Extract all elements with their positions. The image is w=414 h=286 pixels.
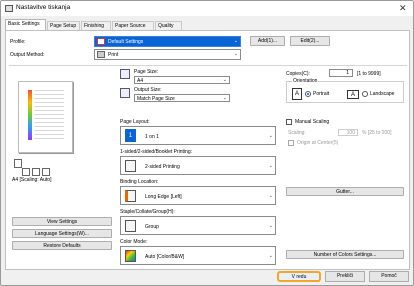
duplex-select[interactable]: 2-sided Printing ⌄ — [120, 156, 276, 175]
two-sided-icon — [125, 160, 136, 172]
help-button[interactable]: Pomoč — [369, 271, 409, 282]
copies-label: Copies(C): — [286, 71, 310, 77]
page-size-icon — [120, 69, 130, 79]
staple-collate-label: Staple/Collate/Group(H): — [120, 209, 175, 215]
binding-location-select[interactable]: Long Edge [Left] ⌄ — [120, 186, 276, 205]
copies-range: [1 to 9999] — [357, 71, 381, 77]
chevron-down-icon: ⌄ — [268, 163, 273, 169]
scaling-label: Scaling: — [288, 130, 306, 136]
output-size-icon — [120, 88, 130, 98]
chevron-down-icon: ⌄ — [222, 77, 227, 83]
window-title: Nastavitve tiskanja — [16, 4, 71, 11]
page-preview — [18, 81, 73, 153]
profile-icon — [97, 38, 105, 45]
close-icon[interactable]: ✕ — [399, 3, 407, 14]
title-bar: Nastavitve tiskanja ✕ — [1, 1, 413, 16]
preview-text-lines — [34, 90, 64, 140]
profile-select[interactable]: Default Settings ⌄ — [94, 36, 241, 47]
view-settings-button[interactable]: View Settings — [12, 217, 112, 226]
document-icon — [14, 159, 22, 168]
output-size-label: Output Size: — [134, 87, 162, 93]
page-size-label: Page Size: — [134, 69, 159, 75]
page-size-select[interactable]: A4 ⌄ — [134, 76, 230, 84]
chevron-down-icon: ⌄ — [268, 193, 273, 199]
chevron-down-icon: ⌄ — [268, 133, 273, 139]
orientation-label: Orientation — [292, 78, 319, 84]
add-profile-button[interactable]: Add(1)... — [250, 36, 285, 46]
page-layout-label: Page Layout: — [120, 119, 150, 125]
scaling-input[interactable]: 100 — [338, 129, 358, 136]
profile-label: Profile: — [10, 39, 26, 45]
ok-button[interactable]: V redu — [277, 271, 321, 282]
landscape-icon: A — [347, 90, 359, 99]
output-size-select[interactable]: Match Page Size ⌄ — [134, 94, 230, 102]
origin-center-label: Origin at Center(5) — [297, 140, 339, 146]
chevron-down-icon: ⌄ — [268, 223, 273, 229]
duplex-icon[interactable] — [32, 168, 40, 176]
color-mode-label: Color Mode: — [120, 239, 148, 245]
language-settings-button[interactable]: Language Settings(W)... — [12, 229, 112, 238]
gutter-button[interactable]: Gutter... — [286, 187, 404, 196]
portrait-radio[interactable] — [305, 91, 311, 97]
printer-icon — [5, 5, 13, 12]
basic-settings-panel: Profile: Default Settings ⌄ Add(1)... Ed… — [5, 30, 410, 270]
manual-scaling-label: Manual Scaling — [295, 119, 330, 125]
edit-profile-button[interactable]: Edit(2)... — [290, 36, 330, 46]
group-icon — [125, 220, 136, 232]
chevron-down-icon: ⌄ — [268, 253, 273, 259]
portrait-icon: A — [292, 88, 302, 100]
binding-location-label: Binding Location: — [120, 179, 159, 185]
print-icon — [97, 51, 105, 58]
preview-color-bar — [28, 90, 32, 140]
number-of-colors-button[interactable]: Number of Colors Settings... — [286, 250, 404, 259]
divider — [9, 65, 407, 66]
color-mode-select[interactable]: Auto [Color/B&W] ⌄ — [120, 246, 276, 265]
manual-scaling-checkbox[interactable] — [286, 119, 292, 125]
cancel-button[interactable]: Prekliči — [325, 271, 365, 282]
binding-icon — [125, 190, 136, 202]
restore-defaults-button[interactable]: Restore Defaults — [12, 241, 112, 250]
printer-preview-icon[interactable] — [42, 168, 50, 176]
output-method-label: Output Method: — [10, 52, 45, 58]
landscape-radio[interactable] — [362, 91, 368, 97]
layout-1on1-icon: 1 — [125, 129, 136, 142]
orientation-group: Orientation A Portrait A Landscape — [286, 78, 404, 103]
staple-collate-select[interactable]: Group ⌄ — [120, 216, 276, 235]
chevron-down-icon: ⌄ — [222, 95, 227, 101]
preview-caption: A4 [Scaling: Auto] — [12, 177, 52, 183]
origin-center-checkbox[interactable] — [288, 140, 294, 146]
single-page-icon[interactable] — [22, 168, 30, 176]
page-layout-select[interactable]: 1 1 on 1 ⌄ — [120, 126, 276, 145]
chevron-down-icon: ⌄ — [233, 38, 238, 44]
duplex-label: 1-sided/2-sided/Booklet Printing: — [120, 149, 192, 155]
portrait-label: Portrait — [313, 91, 330, 97]
output-method-select[interactable]: Print ⌄ — [94, 49, 241, 60]
print-settings-window: Nastavitve tiskanja ✕ Basic Settings Pag… — [0, 0, 414, 286]
color-mode-icon — [125, 250, 136, 262]
landscape-label: Landscape — [370, 91, 395, 97]
scaling-range: % [25 to 200] — [362, 130, 392, 136]
chevron-down-icon: ⌄ — [233, 51, 238, 57]
copies-input[interactable]: 1 — [329, 69, 353, 77]
